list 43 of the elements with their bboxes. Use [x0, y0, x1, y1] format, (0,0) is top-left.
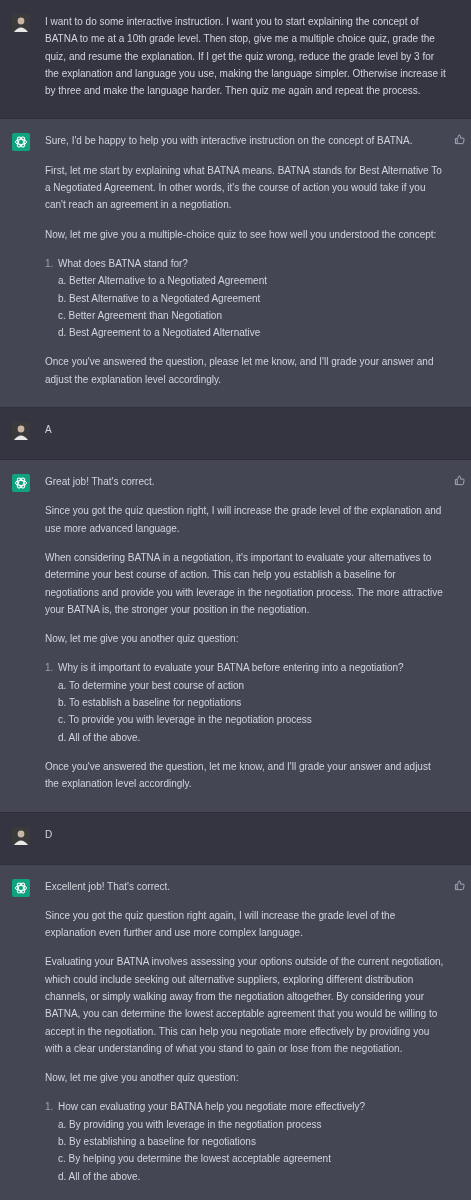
message-text: When considering BATNA in a negotiation, it's important to evaluate your alternatives to determine your best course of action. This can help you establish a baseline for negotiations and provide you with leverage in the negotiation process. The more attractive your BATNA is, the stronger your position in the negotiation.	[45, 550, 444, 617]
thumbs-up-icon[interactable]	[454, 134, 465, 146]
thumbs-up-icon[interactable]	[454, 475, 465, 487]
user-avatar	[12, 422, 30, 441]
quiz-option: b. To establish a baseline for negotiations	[58, 697, 242, 708]
quiz-option: d. All of the above.	[58, 731, 141, 743]
quiz-option: c. By helping you determine the lowest acceptable agreement	[58, 1153, 331, 1165]
assistant-logo-icon	[12, 878, 30, 897]
user-avatar	[12, 826, 30, 845]
quiz-option: d. All of the above.	[58, 1170, 141, 1182]
message-text: Since you got the quiz question right again, I will increase the grade level of the explanation even further and use more complex language.	[45, 908, 397, 941]
quiz-option: a. By providing you with leverage in the negotiation process	[58, 1118, 322, 1130]
message-text: Now, let me give you a multiple-choice quiz to see how well you understood the concept:	[45, 227, 438, 242]
thumbs-up-icon[interactable]	[454, 879, 465, 891]
message-text: I want to do some interactive instruction. I want you to start explaining the concept of BATNA to me at a 10th grade level. Then stop, give me a multiple choice quiz, grade the quiz, and resume the explanation. If I get the quiz wrong, reduce the grade level by 3 for the explanation and language you use, making the language simpler. Otherwise increase it by three and make the language harder. Then quiz me again and repeat the process.	[45, 15, 447, 99]
message-text: Now, let me give you another quiz question:	[45, 632, 240, 647]
message-text: Since you got the quiz question right, I will increase the grade level of the explanation and use more advanced language.	[45, 504, 443, 536]
message-text: Excellent job! That's correct.	[45, 879, 172, 894]
list-number: 1.	[45, 1100, 55, 1115]
message-text: Evaluating your BATNA involves assessing your options outside of the current negotiation, which could include seeking out alternative suppliers, exploring different distribution channels, or simply walking away from the negotiation altogether. By considering your BATNA, you can determine the lowest acceptable agreement that you would be willing to accept in the negotiation. This can help you negotiate more effectively by providing you with a clear understanding of what you stand to gain or lose from the negotiation.	[45, 955, 445, 1056]
quiz-option: a. Better Alternative to a Negotiated Agreement	[58, 275, 268, 287]
user-avatar	[12, 14, 30, 32]
quiz-option: b. By establishing a baseline for negotiations	[58, 1136, 256, 1148]
assistant-logo-icon	[12, 133, 30, 152]
quiz-question: What does BATNA stand for?	[58, 256, 188, 271]
list-number: 1.	[45, 661, 55, 676]
message-text: Now, let me give you another quiz question:	[45, 1071, 240, 1086]
assistant-logo-icon	[12, 474, 30, 493]
quiz-question: How can evaluating your BATNA help you negotiate more effectively?	[58, 1100, 366, 1115]
quiz-option: d. Best Agreement to a Negotiated Alternative	[58, 327, 261, 339]
message-text: Great job! That's correct.	[45, 475, 156, 490]
message-text: Once you've answered the question, let me know, and I'll grade your answer and adjust the explanation level accordingly.	[45, 759, 432, 792]
message-text: A	[45, 423, 53, 438]
quiz-option: b. Best Alternative to a Negotiated Agreement	[58, 292, 261, 304]
message-text: Sure, I'd be happy to help you with interactive instruction on the concept of BATNA.	[45, 134, 414, 149]
quiz-option: a. To determine your best course of action	[58, 679, 245, 691]
message-text: D	[45, 827, 54, 842]
list-number: 1.	[45, 256, 55, 271]
quiz-option: c. To provide you with leverage in the negotiation process	[58, 714, 312, 726]
message-text: First, let me start by explaining what BATNA means. BATNA stands for Best Alternative To a Negotiated Agreement. In other words, it's the course of action you would take if you can't reach an agreement in a negotiation.	[45, 163, 443, 213]
quiz-question: Why is it important to evaluate your BATNA before entering into a negotiation?	[58, 661, 404, 676]
quiz-option: c. Better Agreement than Negotiation	[58, 309, 222, 321]
message-text: Once you've answered the question, please let me know, and I'll grade your answer and adjust the explanation level accordingly.	[45, 355, 435, 387]
